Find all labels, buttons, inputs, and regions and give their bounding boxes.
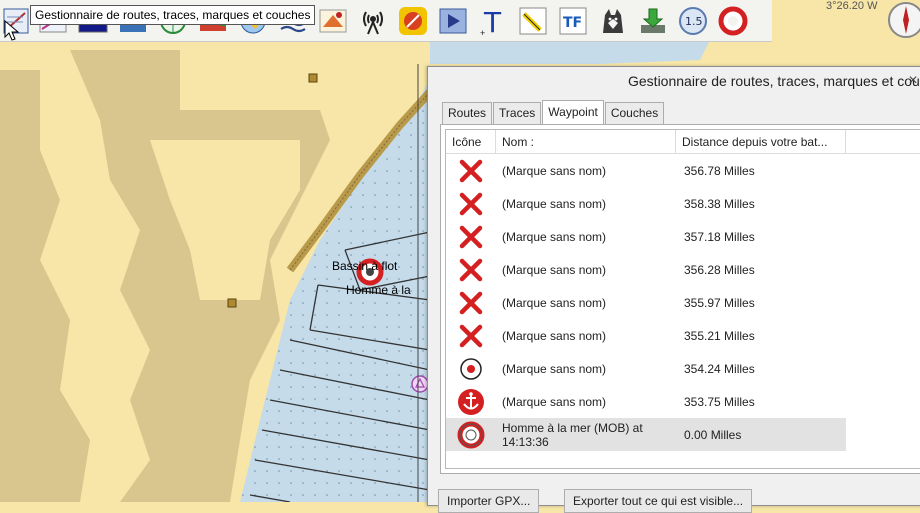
cross-icon [446, 187, 496, 220]
table-row[interactable]: (Marque sans nom) 353.75 Milles [446, 385, 920, 418]
waypoint-name: (Marque sans nom) [502, 394, 607, 409]
waypoint-distance: 353.75 Milles [684, 394, 755, 409]
list-header: Icône Nom : Distance depuis votre bat... [446, 130, 920, 154]
main-toolbar: T + TF 1.5 Gestionnaire de routes, traces… [0, 0, 772, 42]
waypoint-distance: 354.24 Milles [684, 361, 755, 376]
row-filler [846, 286, 920, 319]
settings-icon [399, 7, 427, 35]
tab-waypoint[interactable]: Waypoint [542, 100, 604, 124]
import-gpx-button[interactable]: Importer GPX... [438, 489, 540, 513]
play-icon [439, 8, 467, 34]
tab-bar: Routes Traces Waypoint Couches [442, 100, 665, 124]
cross-icon [446, 154, 496, 187]
lifebuoy-icon [718, 6, 748, 36]
list-body: (Marque sans nom) 356.78 Milles (Marque sa… [446, 154, 920, 451]
target-icon [446, 352, 496, 385]
column-header-distance[interactable]: Distance depuis votre bat... [676, 130, 846, 154]
table-row[interactable]: (Marque sans nom) 356.28 Milles [446, 253, 920, 286]
mouse-cursor-icon [4, 20, 20, 41]
tab-traces[interactable]: Traces [493, 102, 542, 124]
waypoint-name: (Marque sans nom) [502, 361, 607, 376]
tab-couches[interactable]: Couches [604, 102, 665, 124]
waypoint-distance: 355.21 Milles [684, 328, 755, 343]
waypoint-panel: Icône Nom : Distance depuis votre bat...… [440, 124, 920, 474]
antenna-icon [363, 11, 383, 35]
text-tool-icon: T+ [480, 6, 502, 37]
table-row[interactable]: (Marque sans nom) 355.21 Milles [446, 319, 920, 352]
column-header-name[interactable]: Nom : [496, 130, 676, 154]
waypoint-distance: 356.28 Milles [684, 262, 755, 277]
antenna-button[interactable] [356, 4, 390, 38]
cross-icon [446, 286, 496, 319]
waypoint-name: (Marque sans nom) [502, 295, 607, 310]
waypoint-name: (Marque sans nom) [502, 229, 607, 244]
table-row[interactable]: Homme à la mer (MOB) at 14:13:36 0.00 Mil… [446, 418, 920, 451]
map-label-mob: Homme à la [346, 283, 411, 297]
tf-icon: TF [559, 7, 587, 35]
table-row[interactable]: (Marque sans nom) 356.78 Milles [446, 154, 920, 187]
download-icon [641, 8, 665, 33]
tf-button[interactable]: TF [556, 4, 590, 38]
close-button[interactable]: × [902, 71, 920, 91]
row-filler [846, 385, 920, 418]
row-filler [846, 253, 920, 286]
tooltip: Gestionnaire de routes, traces, marques … [30, 5, 316, 25]
zoom-level-icon: 1.5 [679, 7, 707, 35]
dog-icon [603, 9, 623, 33]
anchor-icon [446, 385, 496, 418]
column-header-icon[interactable]: Icône [446, 130, 496, 154]
row-filler [846, 352, 920, 385]
lifebuoy-icon [446, 418, 496, 451]
play-button[interactable] [436, 4, 470, 38]
table-row[interactable]: (Marque sans nom) 355.97 Milles [446, 286, 920, 319]
map-label-basin: Bassin à flot [332, 259, 398, 273]
table-row[interactable]: (Marque sans nom) 354.24 Milles [446, 352, 920, 385]
row-filler [846, 418, 920, 451]
download-button[interactable] [636, 4, 670, 38]
waypoint-distance: 357.18 Milles [684, 229, 755, 244]
svg-text:TF: TF [563, 15, 582, 31]
waypoint-distance: 0.00 Milles [684, 427, 742, 442]
zoom-level-button[interactable]: 1.5 [676, 4, 710, 38]
dialog-title: Gestionnaire de routes, traces, marques … [628, 73, 920, 89]
ais-icon [319, 9, 347, 33]
tab-routes[interactable]: Routes [442, 102, 493, 124]
cross-icon [446, 220, 496, 253]
text-tool-button[interactable]: T + [476, 4, 510, 38]
waypoint-name: (Marque sans nom) [502, 328, 607, 343]
settings-button[interactable] [396, 4, 430, 38]
ais-button[interactable] [316, 4, 350, 38]
table-row[interactable]: (Marque sans nom) 357.18 Milles [446, 220, 920, 253]
waypoint-name: (Marque sans nom) [502, 163, 607, 178]
route-manager-dialog: Gestionnaire de routes, traces, marques … [427, 66, 920, 513]
pencil-button[interactable] [516, 4, 550, 38]
row-filler [846, 154, 920, 187]
pencil-icon [519, 7, 547, 35]
cross-icon [446, 319, 496, 352]
waypoint-distance: 356.78 Milles [684, 163, 755, 178]
cross-icon [446, 253, 496, 286]
waypoint-list[interactable]: Icône Nom : Distance depuis votre bat...… [445, 129, 920, 469]
svg-text:+: + [480, 28, 485, 37]
table-row[interactable]: (Marque sans nom) 358.38 Milles [446, 187, 920, 220]
waypoint-name: Homme à la mer (MOB) at 14:13:36 [502, 420, 643, 449]
export-visible-button[interactable]: Exporter tout ce qui est visible... [564, 489, 753, 513]
dog-button[interactable] [596, 4, 630, 38]
compass-icon[interactable] [886, 0, 920, 40]
waypoint-distance: 355.97 Milles [684, 295, 755, 310]
lifebuoy-button[interactable] [716, 4, 750, 38]
coordinate-readout: 3°26.20 W [826, 0, 878, 12]
svg-text:T: T [483, 6, 502, 37]
waypoint-name: (Marque sans nom) [502, 262, 607, 277]
row-filler [846, 319, 920, 352]
waypoint-distance: 358.38 Milles [684, 196, 755, 211]
row-filler [846, 220, 920, 253]
waypoint-name: (Marque sans nom) [502, 196, 607, 211]
svg-text:1.5: 1.5 [685, 15, 703, 28]
row-filler [846, 187, 920, 220]
